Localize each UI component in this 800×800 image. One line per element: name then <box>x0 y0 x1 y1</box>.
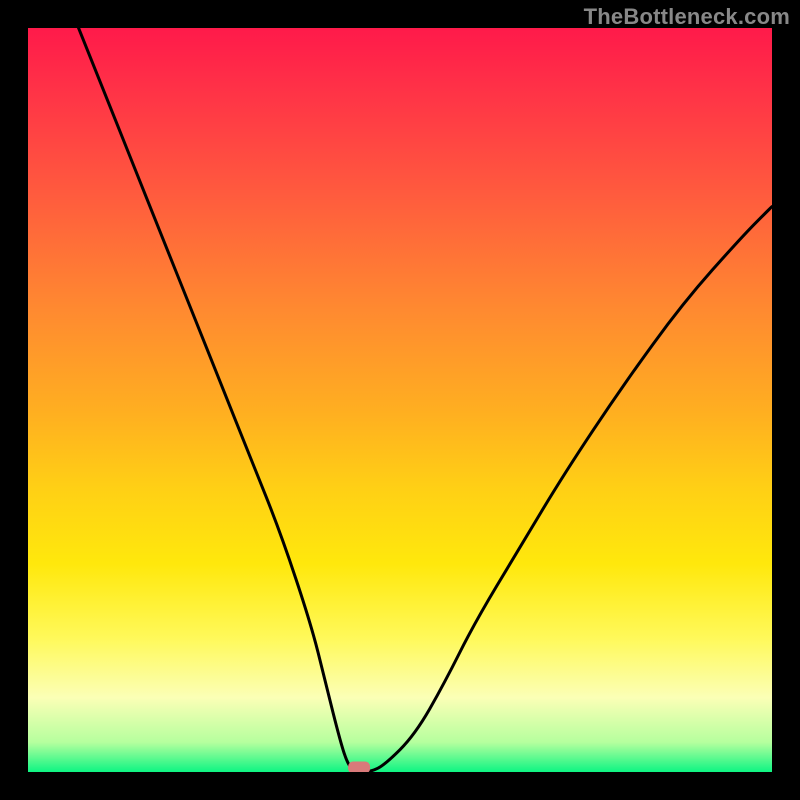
screenshot-root: TheBottleneck.com <box>0 0 800 800</box>
chart-frame <box>0 0 800 800</box>
minimum-marker <box>348 762 370 773</box>
plot-area <box>28 28 772 772</box>
watermark-text: TheBottleneck.com <box>584 4 790 30</box>
chart-svg <box>28 28 772 772</box>
bottleneck-curve <box>73 28 772 772</box>
